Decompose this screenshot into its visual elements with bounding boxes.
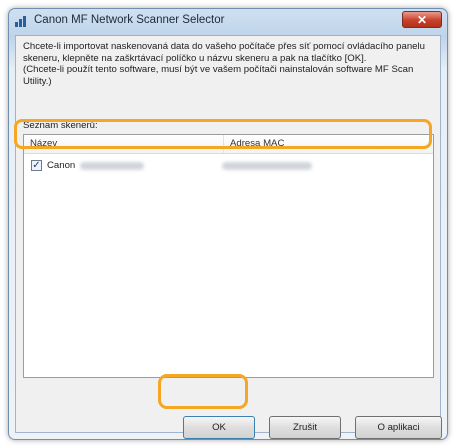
title-bar[interactable]: Canon MF Network Scanner Selector ✕ [9,9,447,33]
scanner-row-highlight [14,119,432,149]
instructions-text: Chcete-li importovat naskenovaná data do… [23,41,435,87]
ok-button[interactable]: OK [183,416,255,439]
about-button[interactable]: O aplikaci [355,416,442,439]
scanner-list[interactable]: Název Adresa MAC ✓ Canon [23,134,434,378]
redacted-scanner-model [80,162,144,170]
instructions-paragraph-1: Chcete-li importovat naskenovaná data do… [23,41,425,64]
instructions-paragraph-2: (Chcete-li použít tento software, musí b… [23,64,414,87]
cancel-button[interactable]: Zrušit [269,416,341,439]
close-icon: ✕ [416,12,428,27]
scanner-select-checkbox[interactable]: ✓ [31,160,42,171]
close-window-button[interactable]: ✕ [402,11,442,28]
scanner-name: Canon [47,160,76,171]
ok-button-highlight [158,374,248,409]
window-title: Canon MF Network Scanner Selector [34,14,225,26]
redacted-mac-address [222,162,312,170]
scanner-row[interactable]: ✓ Canon [26,157,430,175]
scanner-app-icon [15,15,29,27]
